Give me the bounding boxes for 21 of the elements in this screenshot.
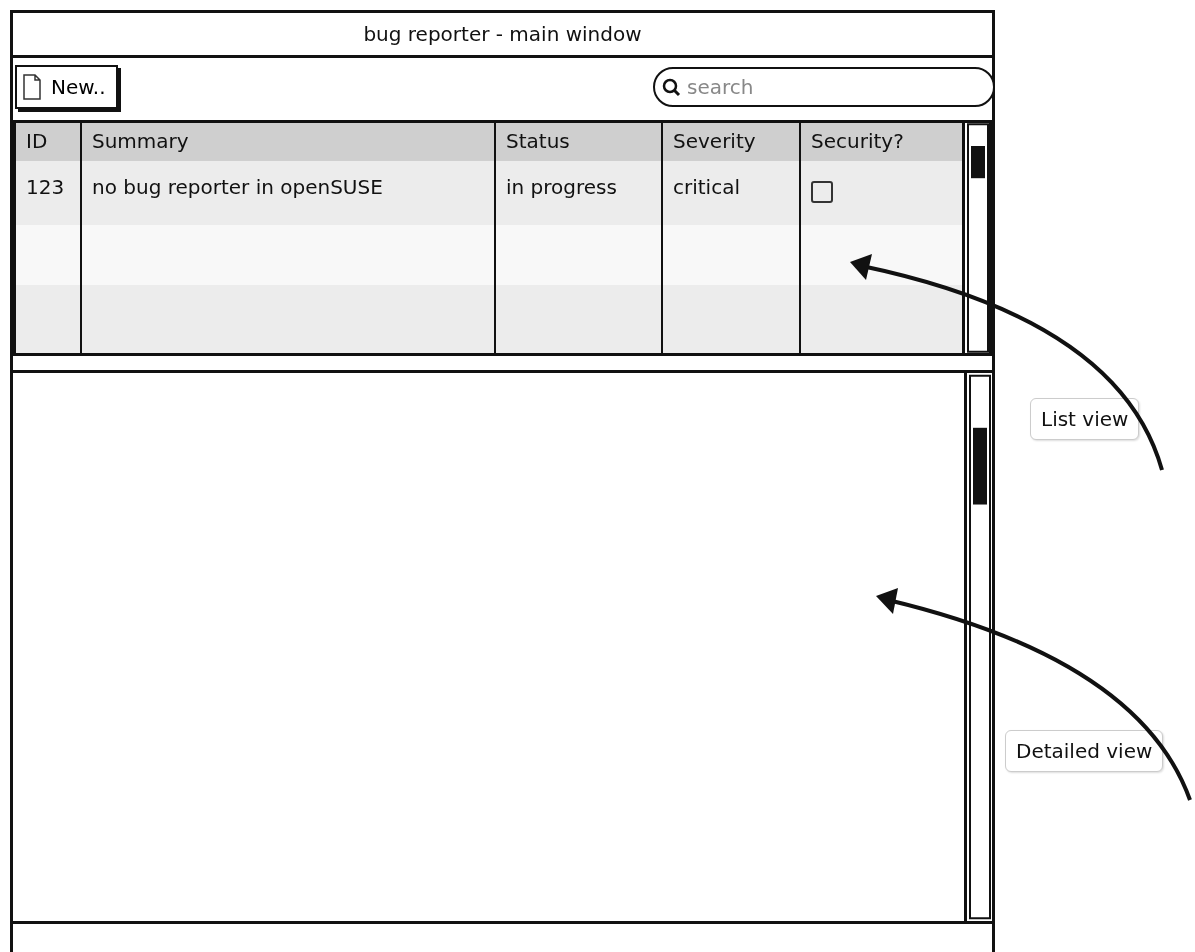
scrollbar[interactable] <box>969 373 991 921</box>
column-header[interactable]: Severity <box>663 123 801 161</box>
callout-label: List view <box>1030 398 1140 440</box>
column-header[interactable]: Summary <box>82 123 496 161</box>
search-icon <box>661 77 681 97</box>
scrollbar[interactable] <box>967 123 989 353</box>
table-cell: in progress <box>496 161 663 225</box>
callout-label: Detailed view <box>1005 730 1164 772</box>
table-cell: no bug reporter in openSUSE <box>82 161 496 225</box>
table-cell: 123 <box>16 161 82 225</box>
table-cell <box>16 225 82 285</box>
column-header[interactable]: ID <box>16 123 82 161</box>
new-button[interactable]: New.. <box>15 65 118 109</box>
checkbox[interactable] <box>811 181 833 203</box>
column-header[interactable]: Security? <box>801 123 962 161</box>
table-cell: critical <box>663 161 801 225</box>
window-title: bug reporter - main window <box>13 13 992 58</box>
column-header[interactable]: Status <box>496 123 663 161</box>
table-cell <box>16 285 82 353</box>
search-field[interactable]: search <box>653 67 995 107</box>
document-icon <box>23 74 41 100</box>
